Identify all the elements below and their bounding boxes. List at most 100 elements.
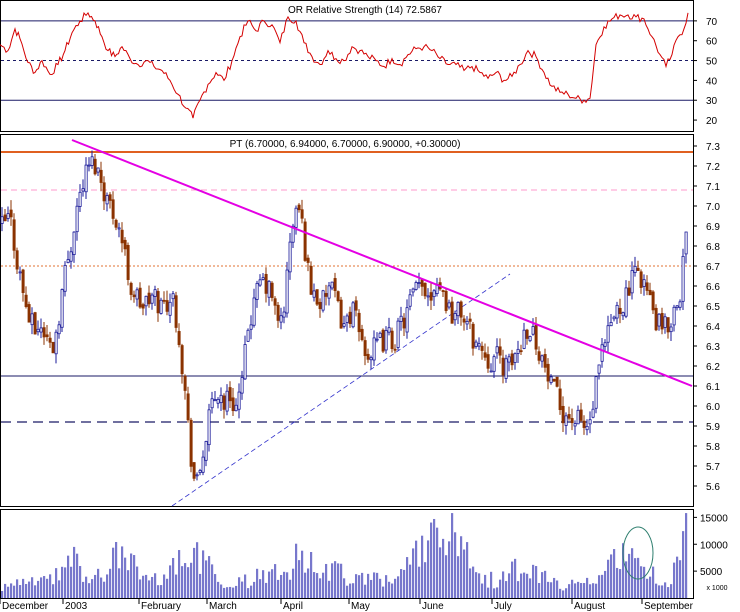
candle-body	[429, 292, 433, 301]
candle-body	[141, 304, 145, 309]
candle-body	[384, 330, 388, 351]
volume-bar	[565, 588, 568, 598]
volume-bar	[514, 558, 517, 598]
volume-bar	[298, 560, 301, 598]
volume-bar	[295, 543, 298, 598]
candle-body	[165, 300, 169, 312]
candle-body	[6, 213, 10, 219]
candle-body	[147, 292, 151, 305]
volume-bar	[196, 542, 199, 598]
volume-bar	[532, 564, 535, 598]
volume-bar	[508, 573, 511, 598]
volume-bar	[364, 584, 367, 598]
candle-body	[414, 282, 418, 290]
candle-body	[477, 343, 481, 347]
volume-bar	[580, 583, 583, 598]
volume-bar	[1, 591, 4, 598]
volume-bar	[304, 572, 307, 598]
volume-bar	[484, 574, 487, 598]
candle-body	[573, 423, 577, 427]
candle-body	[645, 282, 649, 291]
candle-body	[117, 227, 121, 230]
volume-bar	[355, 574, 358, 598]
volume-bar	[49, 574, 52, 598]
x-axis-label: December	[2, 601, 49, 612]
candle-body	[243, 344, 247, 380]
volume-bar	[163, 574, 166, 598]
candle-body	[615, 304, 619, 319]
volume-bar	[433, 518, 436, 598]
candle-body	[423, 282, 427, 297]
candle-body	[249, 324, 253, 330]
price-tick-label: 6.0	[706, 402, 720, 413]
candle-body	[198, 470, 202, 473]
volume-bar	[193, 547, 196, 598]
candle-body	[372, 337, 376, 361]
candle-body	[456, 301, 460, 317]
candle-body	[48, 337, 52, 343]
candle-body	[0, 216, 4, 224]
price-tick-label: 7.3	[706, 142, 720, 153]
candle-body	[528, 336, 532, 342]
candle-body	[366, 353, 370, 360]
candle-body	[210, 398, 214, 409]
candle-body	[219, 394, 223, 404]
volume-bar	[406, 557, 409, 598]
volume-bar	[148, 580, 151, 598]
volume-bar	[631, 548, 634, 598]
candle-body	[174, 295, 178, 328]
candle-body	[12, 219, 16, 251]
volume-bar	[604, 570, 607, 598]
volume-bar	[667, 587, 670, 598]
candle-body	[480, 345, 484, 351]
volume-bar	[13, 585, 16, 598]
volume-bar	[244, 574, 247, 598]
volume-bar	[112, 547, 115, 598]
candle-body	[30, 313, 34, 326]
candle-body	[522, 329, 526, 349]
candle-body	[432, 290, 436, 298]
volume-bar	[424, 562, 427, 598]
volume-bar	[457, 556, 460, 598]
volume-bar	[127, 570, 130, 598]
candle-body	[93, 158, 97, 175]
candle-body	[474, 341, 478, 347]
candle-body	[36, 328, 40, 333]
candle-body	[561, 405, 565, 424]
candle-body	[570, 418, 574, 424]
volume-bar	[652, 566, 655, 598]
candle-body	[102, 182, 106, 202]
volume-bar	[139, 579, 142, 598]
candle-body	[555, 376, 559, 387]
candle-body	[378, 332, 382, 338]
volume-bar	[103, 581, 106, 598]
volume-bar	[340, 563, 343, 598]
volume-bar	[262, 570, 265, 598]
candle-body	[534, 324, 538, 350]
volume-bar	[544, 570, 547, 598]
candle-body	[213, 399, 217, 402]
price-tick-label: 7.1	[706, 182, 720, 193]
volume-bar	[106, 574, 109, 598]
candle-body	[450, 301, 454, 324]
volume-bar	[454, 532, 457, 598]
candle-body	[504, 358, 508, 379]
candle-body	[42, 327, 46, 338]
candle-body	[681, 255, 685, 302]
volume-bar	[46, 578, 49, 598]
volume-bar	[124, 557, 127, 598]
candle-body	[576, 409, 580, 425]
candle-body	[426, 295, 430, 298]
volume-bar	[37, 580, 40, 598]
volume-bar	[28, 581, 31, 598]
candle-body	[483, 352, 487, 358]
volume-bar	[598, 575, 601, 598]
candle-body	[261, 277, 265, 280]
candle-body	[639, 271, 643, 288]
candle-body	[513, 353, 517, 363]
volume-bar	[115, 541, 118, 598]
rsi-tick-label: 20	[706, 116, 718, 127]
candle-body	[453, 313, 457, 321]
candle-body	[492, 356, 496, 372]
volume-bar	[538, 583, 541, 598]
